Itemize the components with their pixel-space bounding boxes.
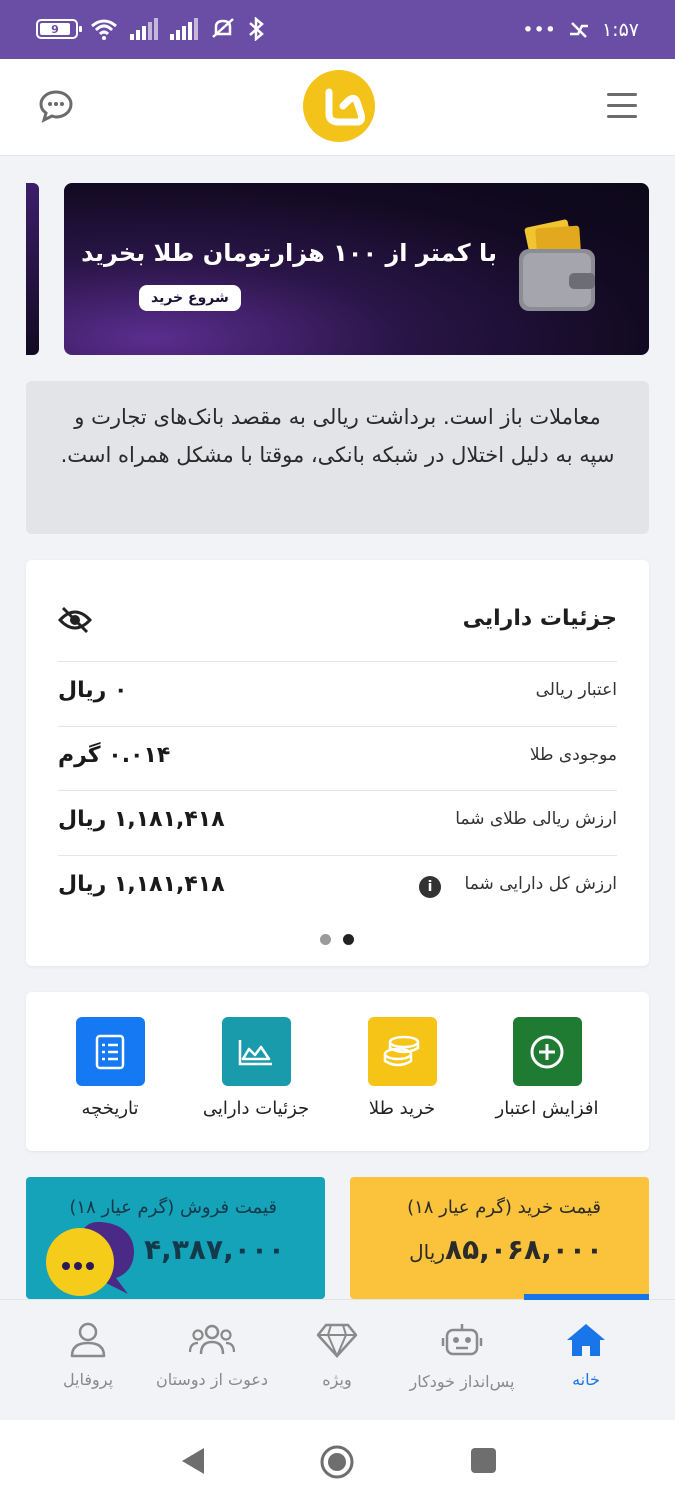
floating-chat-button[interactable] (44, 1220, 136, 1300)
asset-row: موجودی طلا ۰.۰۱۴ گرم (58, 726, 617, 791)
signal-icon-2 (170, 18, 198, 40)
action-increase-credit[interactable]: افزایش اعتبار (472, 1017, 622, 1119)
more-dots: ••• (522, 19, 556, 41)
sell-price-value: ۴,۳۸۷,۰۰۰ (144, 1233, 285, 1266)
user-icon (70, 1322, 106, 1358)
action-label: جزئیات دارایی (202, 1098, 310, 1119)
list-icon (75, 1017, 145, 1086)
asset-row: ارزش ریالی طلای شما ۱,۱۸۱,۴۱۸ ریال (58, 790, 617, 855)
data-off-icon (569, 22, 588, 38)
plus-circle-icon (512, 1017, 582, 1086)
buy-price-unit: ریال (409, 1240, 445, 1264)
nav-label: دعوت از دوستان (155, 1370, 269, 1389)
asset-row-label: اعتبار ریالی (535, 680, 617, 700)
chat-icon (39, 90, 73, 123)
nav-auto-savings[interactable]: پس‌انداز خودکار (392, 1322, 532, 1391)
quick-actions-card: افزایش اعتبار خرید طلا جزئیات دارایی تار… (26, 992, 649, 1151)
chart-icon (221, 1017, 291, 1086)
asset-row-value: ۰ ریال (58, 678, 128, 703)
active-tab-indicator (524, 1294, 649, 1300)
wifi-icon (91, 19, 117, 40)
status-icons-right: ••• ۱:۵۷ (522, 19, 639, 41)
status-icons-left: 9 (36, 17, 264, 41)
mute-icon (212, 18, 234, 38)
nav-label: ویژه (322, 1370, 352, 1389)
sell-price-amount: ۴,۳۸۷,۰۰۰ (144, 1233, 285, 1266)
recent-apps-icon[interactable] (471, 1448, 496, 1473)
notice-text: معاملات باز است. برداشت ریالی به مقصد با… (60, 405, 615, 467)
nav-label: پروفایل (62, 1370, 114, 1389)
asset-row-label: ارزش ریالی طلای شما (455, 809, 617, 829)
coins-icon (367, 1017, 437, 1086)
nav-profile[interactable]: پروفایل (18, 1322, 158, 1389)
info-icon[interactable]: i (419, 876, 441, 898)
status-bar: 9 ••• ۱:۵۷ (0, 0, 675, 59)
pager-dot-active[interactable] (343, 934, 354, 945)
app-logo (303, 70, 375, 142)
action-label: خرید طلا (368, 1098, 436, 1119)
action-buy-gold[interactable]: خرید طلا (327, 1017, 477, 1119)
promo-banner[interactable]: با کمتر از ۱۰۰ هزارتومان طلا بخرید شروع … (64, 183, 649, 355)
assets-header: جزئیات دارایی (58, 600, 617, 644)
nav-special[interactable]: ویژه (267, 1322, 407, 1389)
buy-price-value: ۸۵,۰۶۸,۰۰۰ (445, 1233, 603, 1266)
menu-button[interactable] (607, 93, 637, 126)
buy-price-card[interactable]: قیمت خرید (گرم عیار ۱۸) ۸۵,۰۶۸,۰۰۰ریال (350, 1177, 649, 1299)
signal-icon (130, 18, 158, 40)
action-label: تاریخچه (81, 1098, 139, 1119)
friends-icon (188, 1324, 236, 1355)
banner-title: با کمتر از ۱۰۰ هزارتومان طلا بخرید (81, 239, 497, 267)
bluetooth-icon (249, 17, 264, 41)
back-icon[interactable] (180, 1446, 206, 1476)
clock: ۱:۵۷ (601, 19, 639, 41)
buy-price-title: قیمت خرید (گرم عیار ۱۸) (407, 1197, 601, 1218)
action-asset-details[interactable]: جزئیات دارایی (181, 1017, 331, 1119)
bottom-navigation: خانه پس‌انداز خودکار ویژه دعوت از دوستان… (0, 1294, 675, 1420)
nav-label: خانه (572, 1370, 600, 1389)
assets-title: جزئیات دارایی (462, 606, 617, 631)
support-chat-button[interactable] (38, 89, 74, 127)
wallet-icon (519, 219, 595, 311)
asset-row-value: ۱,۱۸۱,۴۱۸ ریال (58, 872, 225, 897)
asset-row-value: ۰.۰۱۴ گرم (58, 743, 171, 768)
hide-balance-icon[interactable] (58, 606, 92, 634)
asset-row: اعتبار ریالی ۰ ریال (58, 661, 617, 726)
battery-icon: 9 (36, 19, 82, 39)
asset-row-label: ارزش کل دارایی شما (464, 874, 617, 894)
asset-row: ارزش کل دارایی شما i ۱,۱۸۱,۴۱۸ ریال (58, 855, 617, 920)
asset-row-label: موجودی طلا (529, 745, 617, 765)
home-button-icon[interactable] (319, 1444, 355, 1480)
system-navigation-bar (0, 1420, 675, 1500)
robot-icon (441, 1324, 483, 1356)
diamond-icon (316, 1323, 358, 1359)
action-history[interactable]: تاریخچه (35, 1017, 185, 1119)
home-icon (567, 1324, 605, 1356)
battery-level: 9 (40, 23, 70, 36)
assets-card: جزئیات دارایی اعتبار ریالی ۰ ریال موجودی… (26, 560, 649, 966)
buy-price-amount: ۸۵,۰۶۸,۰۰۰ریال (399, 1233, 603, 1266)
pager-dot[interactable] (320, 934, 331, 945)
notice-box: معاملات باز است. برداشت ریالی به مقصد با… (26, 381, 649, 534)
card-pager[interactable] (320, 934, 354, 945)
nav-label: پس‌انداز خودکار (409, 1372, 515, 1391)
app-bar (0, 59, 675, 156)
banner-start-buy-button[interactable]: شروع خرید (139, 285, 241, 311)
banner-prev-slide[interactable] (26, 183, 39, 355)
nav-invite-friends[interactable]: دعوت از دوستان (142, 1322, 282, 1389)
action-label: افزایش اعتبار (495, 1098, 599, 1119)
sell-price-title: قیمت فروش (گرم عیار ۱۸) (69, 1197, 277, 1218)
nav-home[interactable]: خانه (516, 1322, 656, 1389)
asset-row-value: ۱,۱۸۱,۴۱۸ ریال (58, 807, 225, 832)
